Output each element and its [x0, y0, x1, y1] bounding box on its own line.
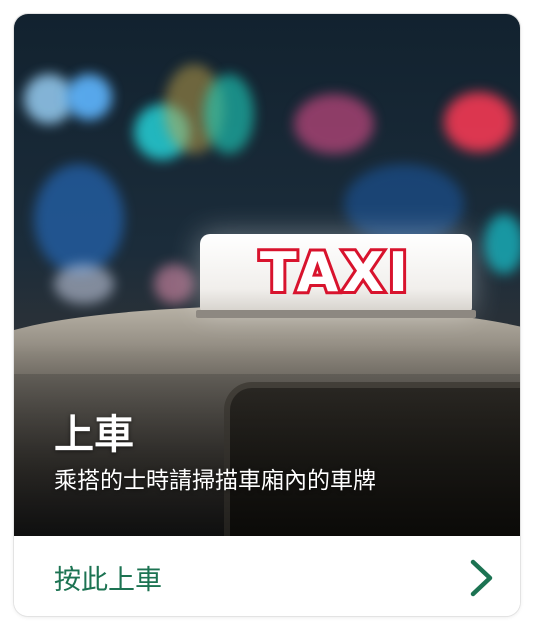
- ride-card[interactable]: TAXI 上車 乘搭的士時請掃描車廂內的車牌 按此上車: [14, 14, 520, 616]
- board-taxi-label: 按此上車: [54, 565, 162, 596]
- board-taxi-button[interactable]: 按此上車: [14, 536, 520, 616]
- hero-title: 上車: [54, 412, 134, 458]
- taxi-sign-text: TAXI: [257, 241, 413, 304]
- chevron-right-icon: [470, 559, 493, 597]
- hero-subtitle: 乘搭的士時請掃描車廂內的車牌: [54, 468, 376, 494]
- taxi-roof-sign: TAXI: [200, 234, 472, 312]
- hero-image: TAXI 上車 乘搭的士時請掃描車廂內的車牌: [14, 14, 520, 536]
